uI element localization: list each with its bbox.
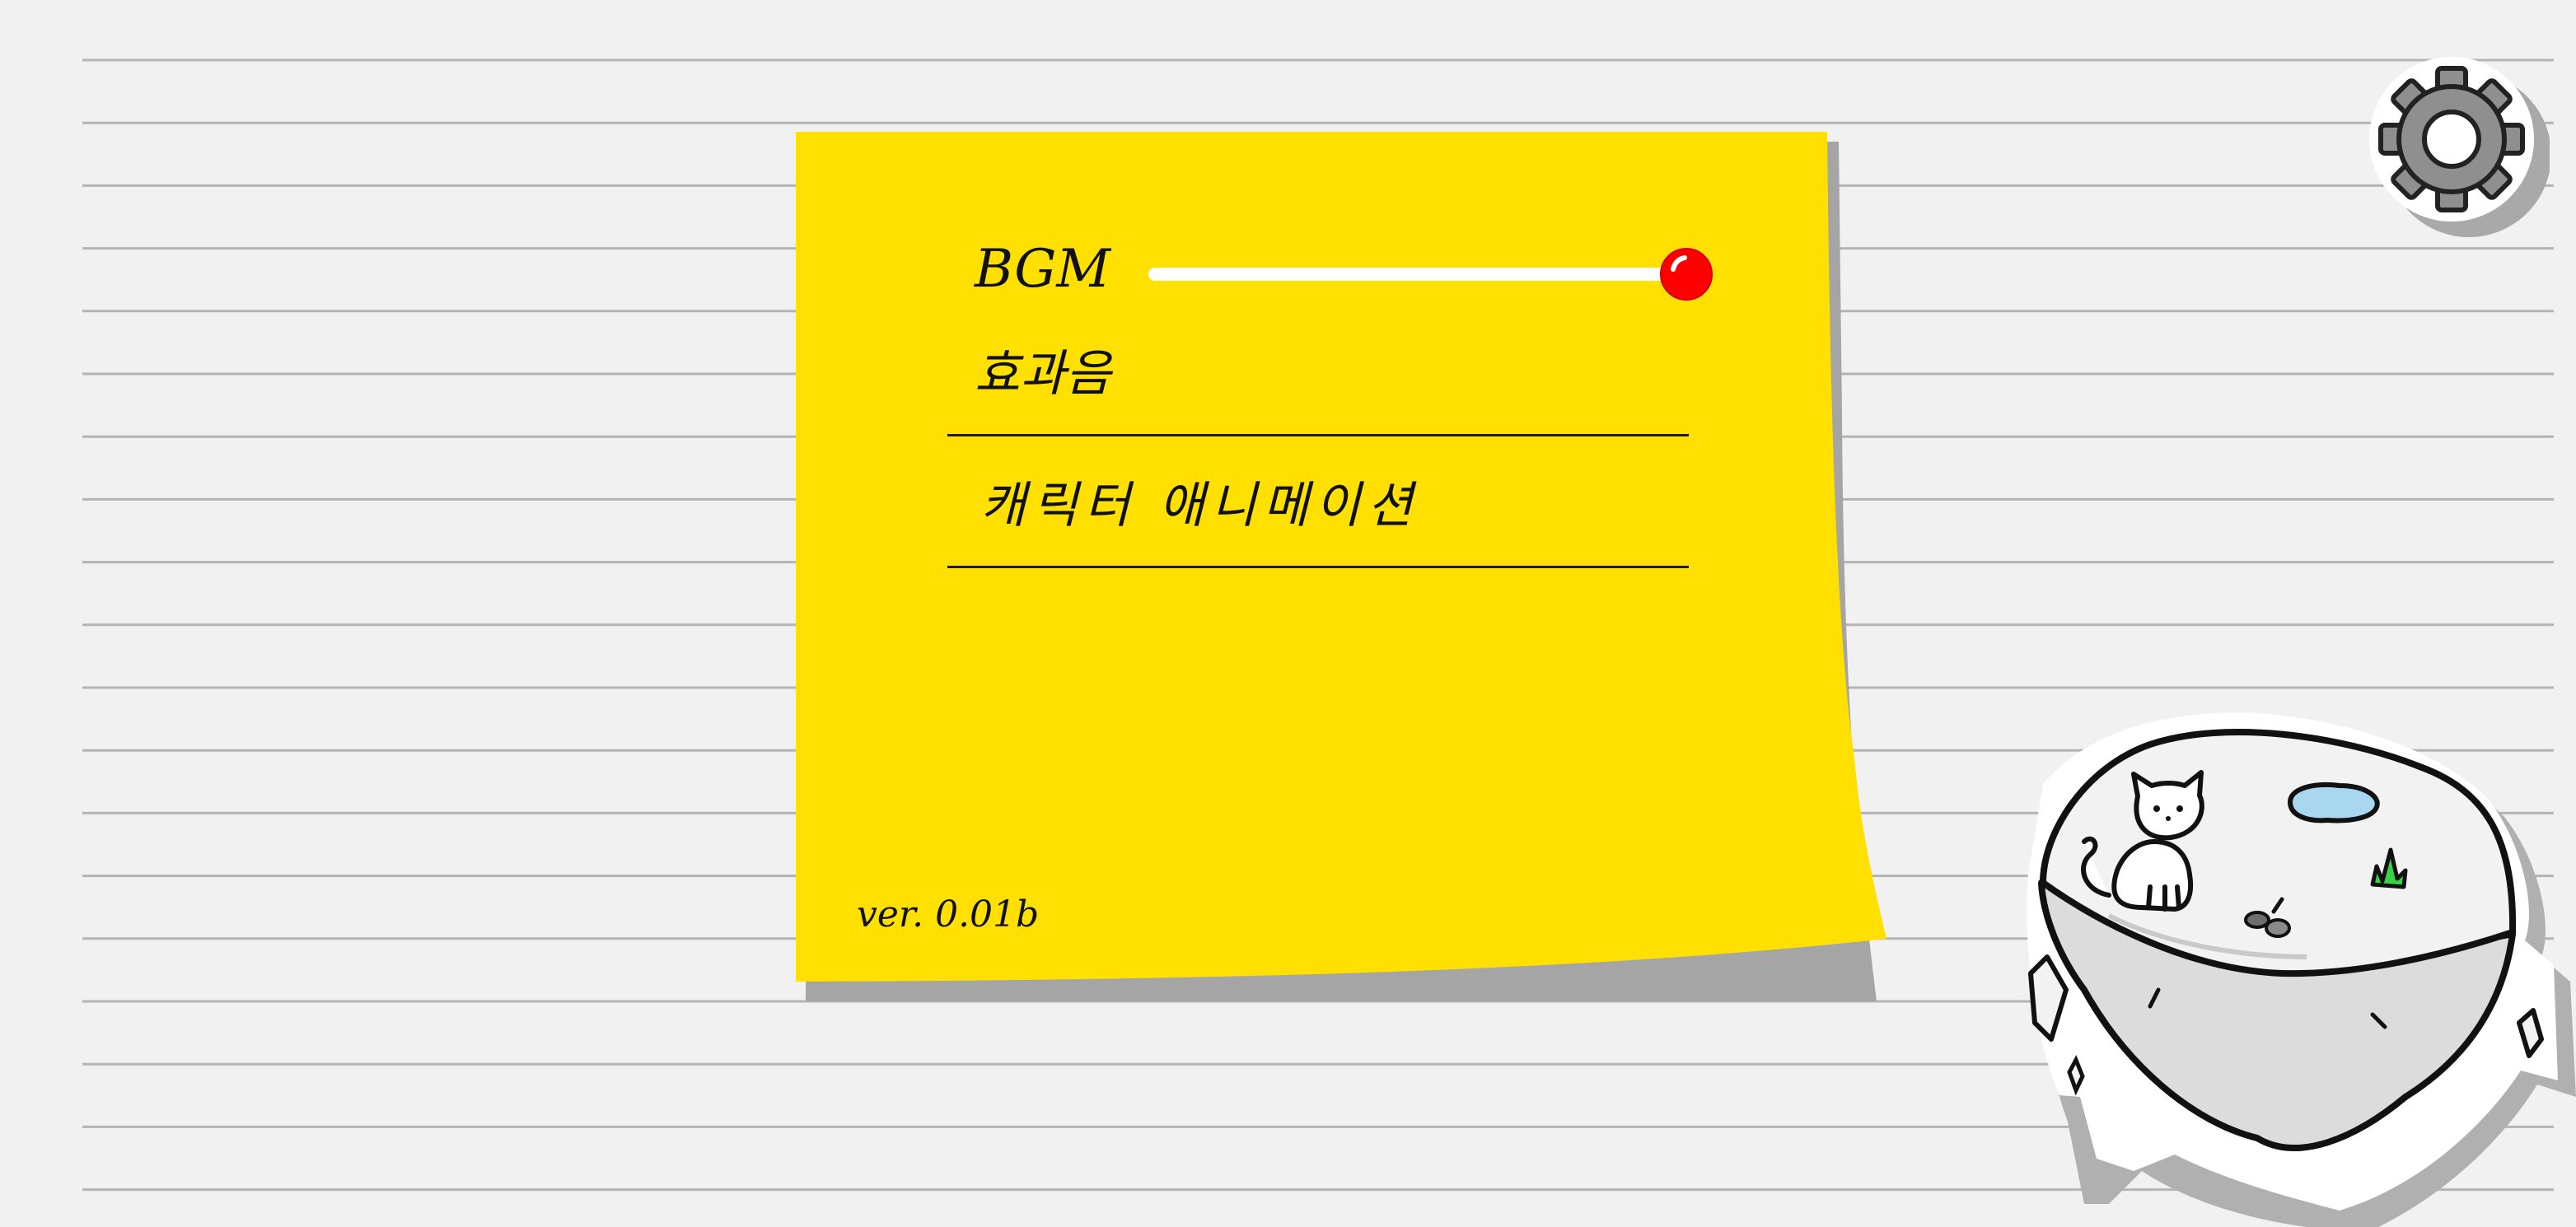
character-animation-toggle[interactable]: 캐릭터 애니메이션 (980, 465, 1419, 537)
bgm-label: BGM (975, 239, 1110, 300)
divider-top (947, 434, 1689, 436)
gear-icon[interactable] (2368, 51, 2550, 240)
version-label: ver. 0.01b (857, 893, 1040, 935)
bgm-slider-thumb[interactable] (1659, 247, 1713, 301)
divider-bottom (947, 566, 1689, 568)
bgm-slider-track[interactable] (1148, 268, 1679, 281)
bgm-volume-slider[interactable] (1145, 247, 1722, 305)
floating-island-illustration (2027, 712, 2576, 1227)
sfx-label[interactable]: 효과음 (975, 334, 1111, 405)
